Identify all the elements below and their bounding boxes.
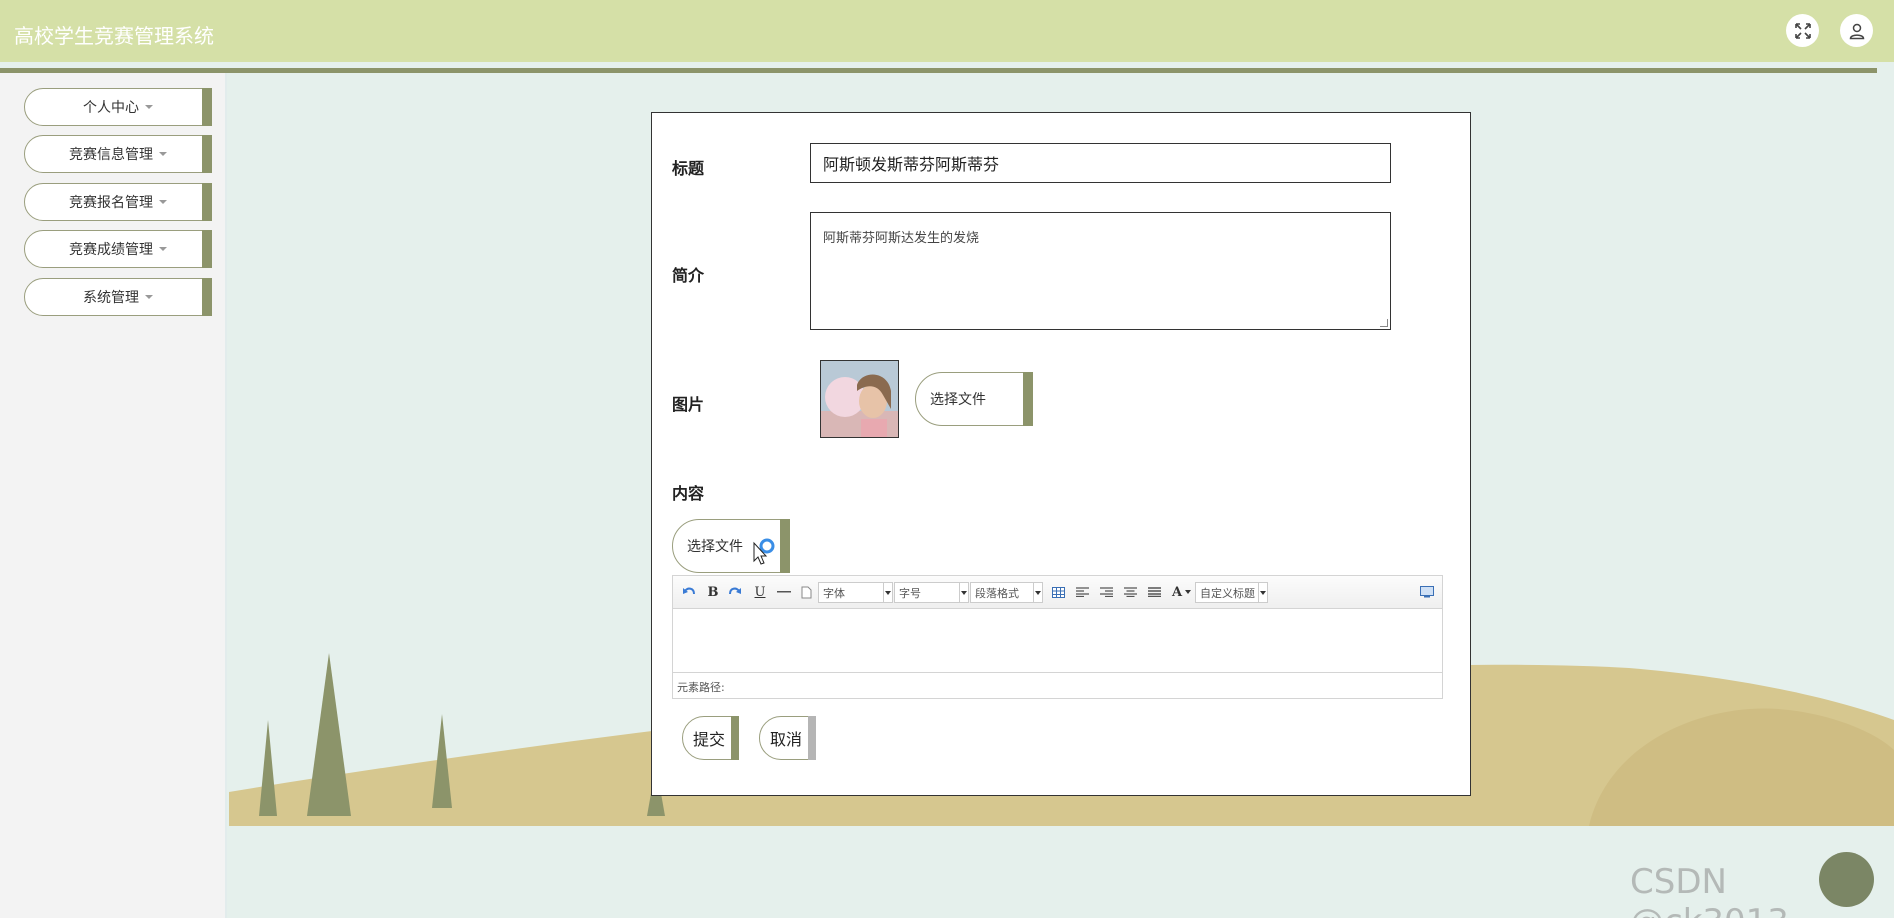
table-icon[interactable] [1050, 583, 1066, 601]
chevron-down-icon [1258, 583, 1267, 602]
app-title: 高校学生竞赛管理系统 [14, 24, 214, 48]
sidebar-item-competition-info[interactable]: 竞赛信息管理 [24, 135, 212, 173]
preview-icon[interactable] [1419, 583, 1435, 601]
sidebar-item-label: 竞赛报名管理 [69, 195, 153, 211]
caret-down-icon [145, 295, 153, 299]
rich-text-editor: B U 字体 字号 段落格式 A 自定义标题 元素路径: [672, 575, 1443, 699]
sidebar: 个人中心 竞赛信息管理 竞赛报名管理 竞赛成绩管理 系统管理 [0, 73, 227, 918]
sidebar-item-system[interactable]: 系统管理 [24, 278, 212, 316]
editor-content-area[interactable] [673, 609, 1442, 672]
new-document-icon[interactable] [798, 583, 814, 601]
image-choose-file-button[interactable]: 选择文件 [915, 372, 1033, 426]
intro-text: 阿斯蒂芬阿斯达发生的发烧 [823, 231, 980, 246]
title-label: 标题 [672, 159, 705, 178]
sidebar-item-label: 竞赛成绩管理 [69, 242, 153, 258]
custom-title-select[interactable]: 自定义标题 [1195, 582, 1268, 603]
undo-icon[interactable] [681, 583, 697, 601]
redo-icon[interactable] [727, 583, 743, 601]
intro-label: 简介 [672, 266, 705, 285]
align-right-icon[interactable] [1098, 583, 1114, 601]
align-center-icon[interactable] [1122, 583, 1138, 601]
content-label: 内容 [672, 484, 705, 503]
element-path-label: 元素路径: [677, 681, 725, 694]
font-size-select[interactable]: 字号 [894, 582, 969, 603]
sidebar-item-scores[interactable]: 竞赛成绩管理 [24, 230, 212, 268]
caret-down-icon [159, 200, 167, 204]
sidebar-item-personal-center[interactable]: 个人中心 [24, 88, 212, 126]
sidebar-item-label: 系统管理 [83, 290, 139, 306]
sidebar-item-registration[interactable]: 竞赛报名管理 [24, 183, 212, 221]
font-color-button[interactable]: A [1170, 583, 1184, 601]
chevron-down-icon [883, 583, 892, 602]
title-input[interactable]: 阿斯顿发斯蒂芬阿斯蒂芬 [810, 143, 1391, 183]
custom-title-value: 自定义标题 [1200, 586, 1255, 600]
cancel-button[interactable]: 取消 [759, 716, 816, 760]
bold-button[interactable]: B [705, 583, 721, 601]
chevron-down-icon [959, 583, 968, 602]
fullscreen-icon[interactable] [1786, 14, 1819, 47]
edit-form-panel: 标题 阿斯顿发斯蒂芬阿斯蒂芬 简介 阿斯蒂芬阿斯达发生的发烧 图片 选择文件 内… [651, 112, 1471, 796]
paragraph-format-select[interactable]: 段落格式 [970, 582, 1043, 603]
element-path-bar: 元素路径: [673, 672, 1442, 698]
caret-down-icon [159, 247, 167, 251]
resize-grip-icon[interactable] [1380, 319, 1388, 327]
caret-down-icon [145, 105, 153, 109]
header-divider [0, 68, 1877, 73]
font-color-dropdown-icon[interactable] [1184, 583, 1192, 601]
caret-down-icon [159, 152, 167, 156]
image-thumbnail [820, 360, 899, 438]
align-justify-icon[interactable] [1146, 583, 1162, 601]
app-header: 高校学生竞赛管理系统 [0, 0, 1894, 62]
align-left-icon[interactable] [1074, 583, 1090, 601]
loading-spinner-icon [753, 538, 775, 565]
image-label: 图片 [672, 395, 705, 414]
underline-button[interactable]: U [752, 583, 768, 601]
paragraph-format-value: 段落格式 [975, 586, 1019, 600]
intro-textarea[interactable]: 阿斯蒂芬阿斯达发生的发烧 [810, 212, 1391, 330]
chevron-down-icon [1033, 583, 1042, 602]
sidebar-item-label: 个人中心 [83, 100, 139, 116]
font-family-value: 字体 [823, 586, 845, 600]
font-size-value: 字号 [899, 586, 921, 600]
user-icon[interactable] [1840, 14, 1873, 47]
editor-toolbar: B U 字体 字号 段落格式 A 自定义标题 [673, 576, 1442, 609]
font-family-select[interactable]: 字体 [818, 582, 893, 603]
horizontal-rule-icon[interactable] [776, 583, 792, 601]
submit-button[interactable]: 提交 [682, 716, 739, 760]
content-choose-file-label: 选择文件 [687, 539, 743, 555]
sidebar-item-label: 竞赛信息管理 [69, 147, 153, 163]
csdn-watermark: CSDN @ck3013 [1630, 862, 1789, 918]
